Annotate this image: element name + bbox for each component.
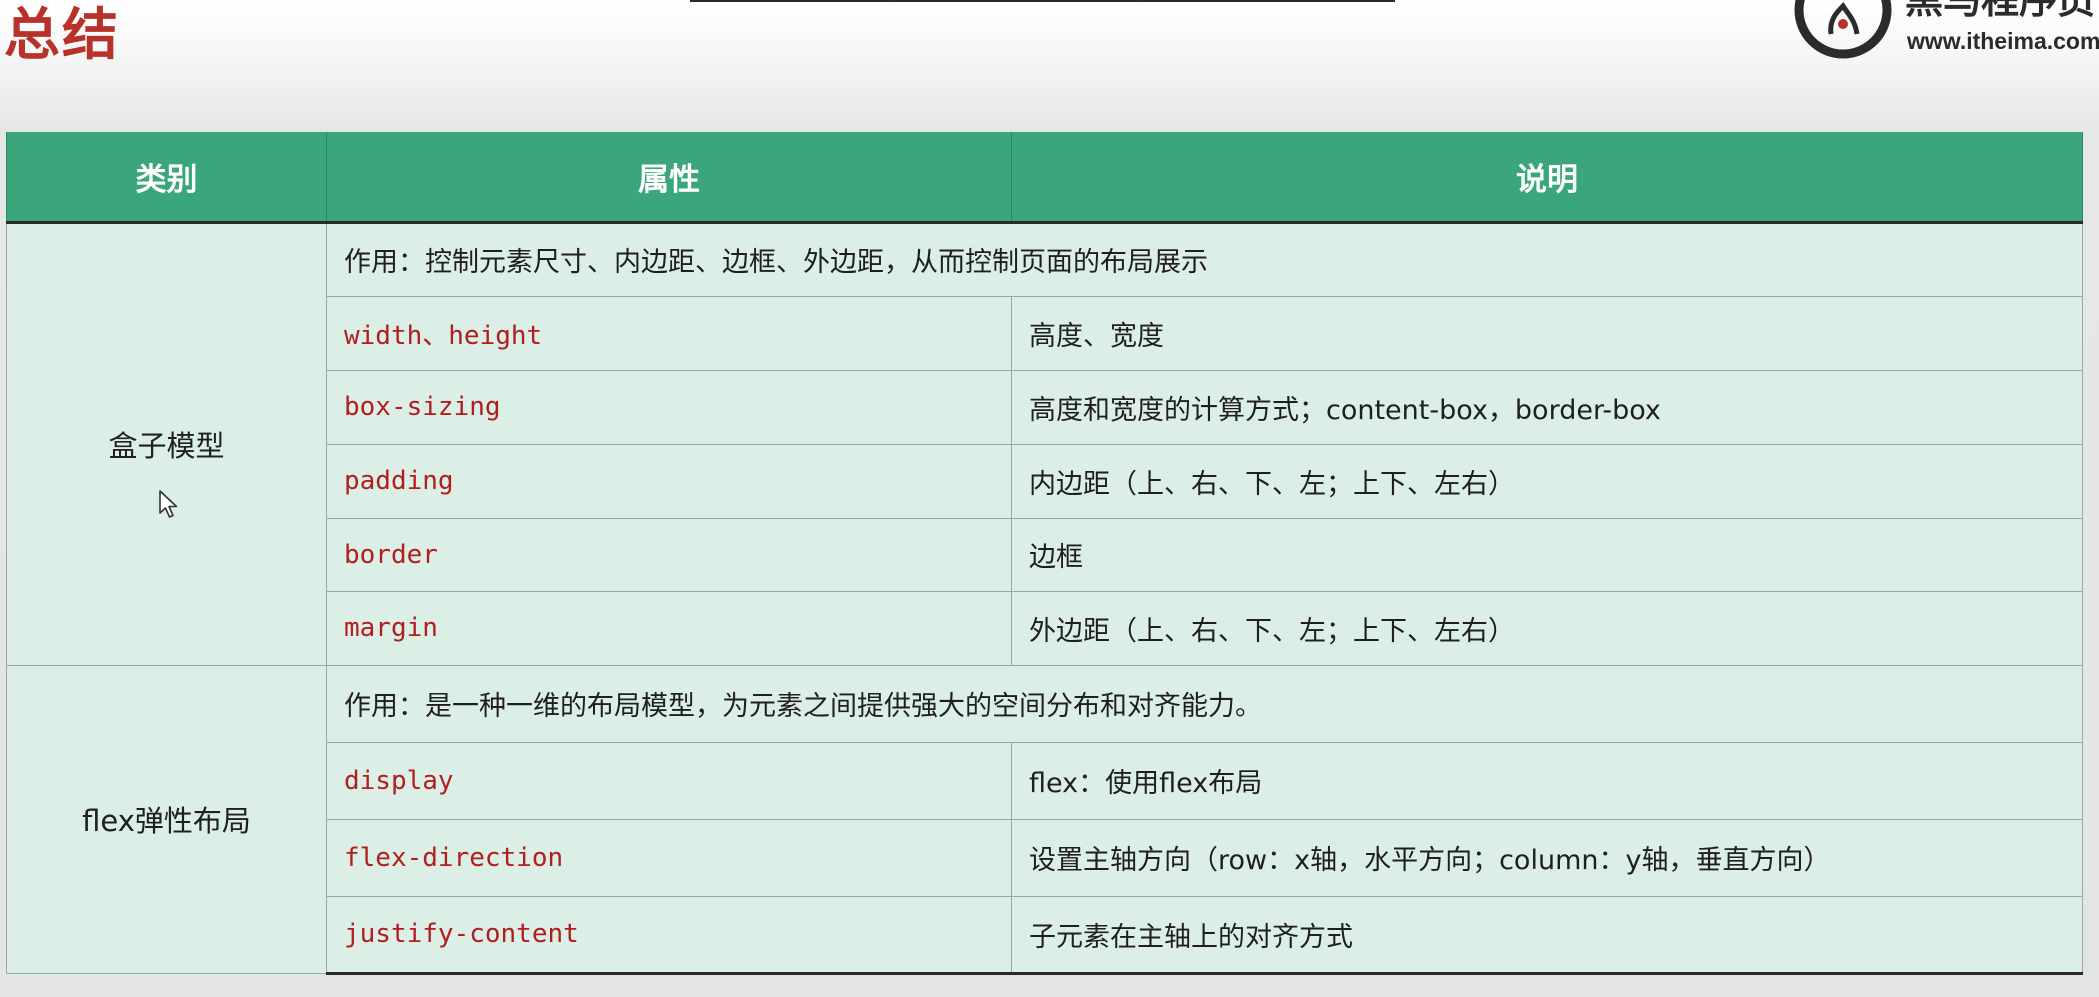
brand-url: www.itheima.com — [1907, 28, 2099, 54]
brand-name: 黑马程序员 — [1905, 0, 2096, 22]
category-cell-box-model: 盒子模型 — [6, 221, 327, 666]
description-cell: 高度和宽度的计算方式；content-box，border-box — [1011, 369, 2083, 445]
purpose-cell-flex: 作用：是一种一维的布局模型，为元素之间提供强大的空间分布和对齐能力。 — [326, 664, 2083, 743]
header-category: 类别 — [6, 132, 327, 222]
top-divider-line — [690, 0, 1395, 2]
purpose-cell-box-model: 作用：控制元素尺寸、内边距、边框、外边距，从而控制页面的布局展示 — [326, 221, 2083, 297]
property-cell: justify-content — [326, 895, 1012, 975]
table-header: 类别 属性 说明 — [6, 132, 2083, 222]
brand-logo: 黑马程序员 www.itheima.com — [1793, 0, 2099, 64]
property-cell: width、height — [326, 295, 1012, 371]
category-cell-flex: flex弹性布局 — [6, 664, 327, 974]
page-title: 总结 — [4, 3, 120, 68]
property-cell: padding — [326, 443, 1012, 519]
header-property: 属性 — [326, 132, 1012, 222]
horse-logo-icon — [1794, 0, 1892, 59]
table-row: flex弹性布局 作用：是一种一维的布局模型，为元素之间提供强大的空间分布和对齐… — [6, 664, 2083, 974]
description-cell: 内边距（上、右、下、左；上下、左右） — [1011, 443, 2083, 519]
description-cell: flex：使用flex布局 — [1011, 741, 2083, 820]
header-description: 说明 — [1011, 132, 2083, 222]
description-cell: 外边距（上、右、下、左；上下、左右） — [1011, 590, 2083, 666]
table-row: 盒子模型 作用：控制元素尺寸、内边距、边框、外边距，从而控制页面的布局展示 — [6, 221, 2083, 666]
description-cell: 子元素在主轴上的对齐方式 — [1011, 895, 2083, 975]
mouse-pointer-icon — [159, 490, 178, 518]
description-cell: 边框 — [1011, 517, 2083, 592]
property-cell: margin — [326, 590, 1012, 666]
property-cell: display — [326, 741, 1012, 820]
property-cell: box-sizing — [326, 369, 1012, 445]
property-cell: flex-direction — [326, 818, 1012, 897]
description-cell: 设置主轴方向（row：x轴，水平方向；column：y轴，垂直方向） — [1011, 818, 2083, 897]
property-cell: border — [326, 517, 1012, 592]
description-cell: 高度、宽度 — [1011, 295, 2083, 371]
summary-table: 类别 属性 说明 盒子模型 作用：控制元素尺寸、内边距、边框、外边距，从而控制页… — [6, 132, 2083, 975]
